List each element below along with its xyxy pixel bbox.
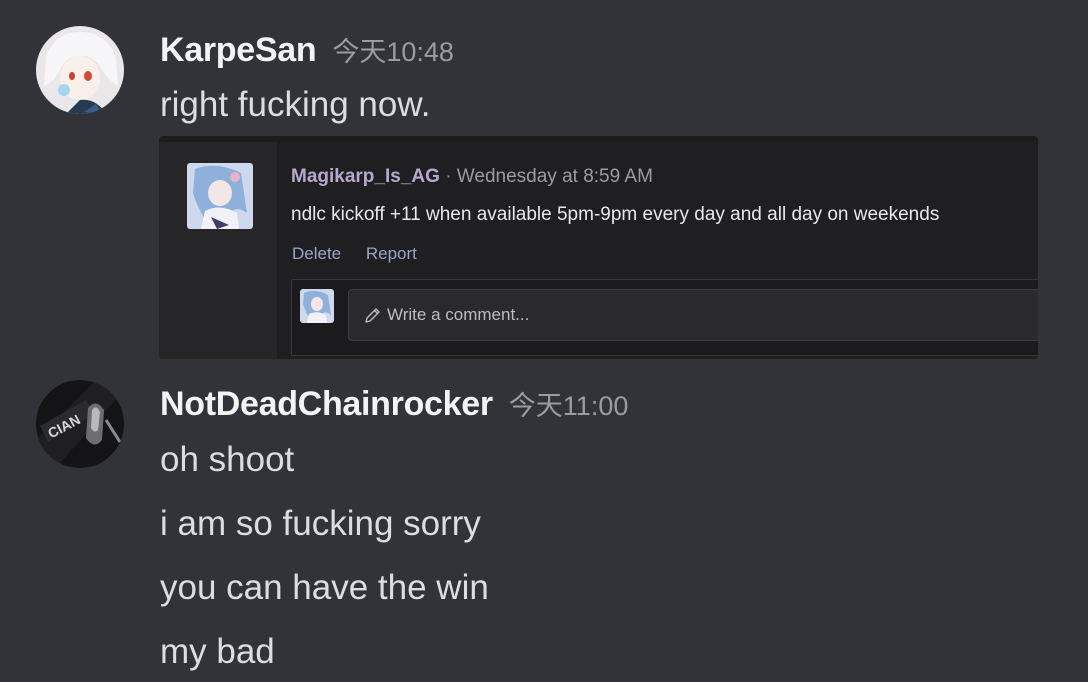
pencil-icon xyxy=(365,308,380,323)
post-date: Wednesday at 8:59 AM xyxy=(456,166,653,187)
username[interactable]: NotDeadChainrocker 今天11:00 xyxy=(160,384,628,424)
comment-placeholder: Write a comment... xyxy=(387,305,530,324)
post-author[interactable]: Magikarp_Is_AG xyxy=(291,166,440,187)
report-button[interactable]: Report xyxy=(366,244,417,263)
embed-author-avatar[interactable] xyxy=(187,163,253,229)
message-text: i am so fucking sorry xyxy=(160,504,481,543)
username[interactable]: KarpeSan 今天10:48 xyxy=(160,30,454,70)
message-text: right fucking now. xyxy=(160,85,431,124)
username-text[interactable]: KarpeSan xyxy=(160,31,317,69)
embedded-screenshot[interactable]: Magikarp_Is_AG · Wednesday at 8:59 AM nd… xyxy=(159,136,1038,359)
post-text: ndlc kickoff +11 when available 5pm-9pm … xyxy=(291,204,940,225)
message-text: you can have the win xyxy=(160,568,489,607)
embed-post: Magikarp_Is_AG · Wednesday at 8:59 AM nd… xyxy=(277,142,1038,359)
message-timestamp: 今天11:00 xyxy=(508,391,629,421)
message-timestamp: 今天10:48 xyxy=(332,37,454,67)
user-avatar[interactable] xyxy=(36,26,124,114)
comment-box: Write a comment... xyxy=(291,279,1038,356)
separator: · xyxy=(445,166,452,187)
post-header: Magikarp_Is_AG · Wednesday at 8:59 AM xyxy=(291,166,653,188)
post-actions: Delete Report xyxy=(292,244,437,264)
comment-input[interactable]: Write a comment... xyxy=(348,289,1038,341)
username-text[interactable]: NotDeadChainrocker xyxy=(160,385,493,423)
chat-message-list: KarpeSan 今天10:48 right fucking now. Magi… xyxy=(0,0,1088,682)
commenter-avatar xyxy=(300,289,334,323)
message-text: my bad xyxy=(160,632,275,671)
message-text: oh shoot xyxy=(160,440,295,479)
embed-sidebar xyxy=(159,142,277,359)
delete-button[interactable]: Delete xyxy=(292,244,341,263)
user-avatar[interactable]: CIAN xyxy=(36,380,124,468)
